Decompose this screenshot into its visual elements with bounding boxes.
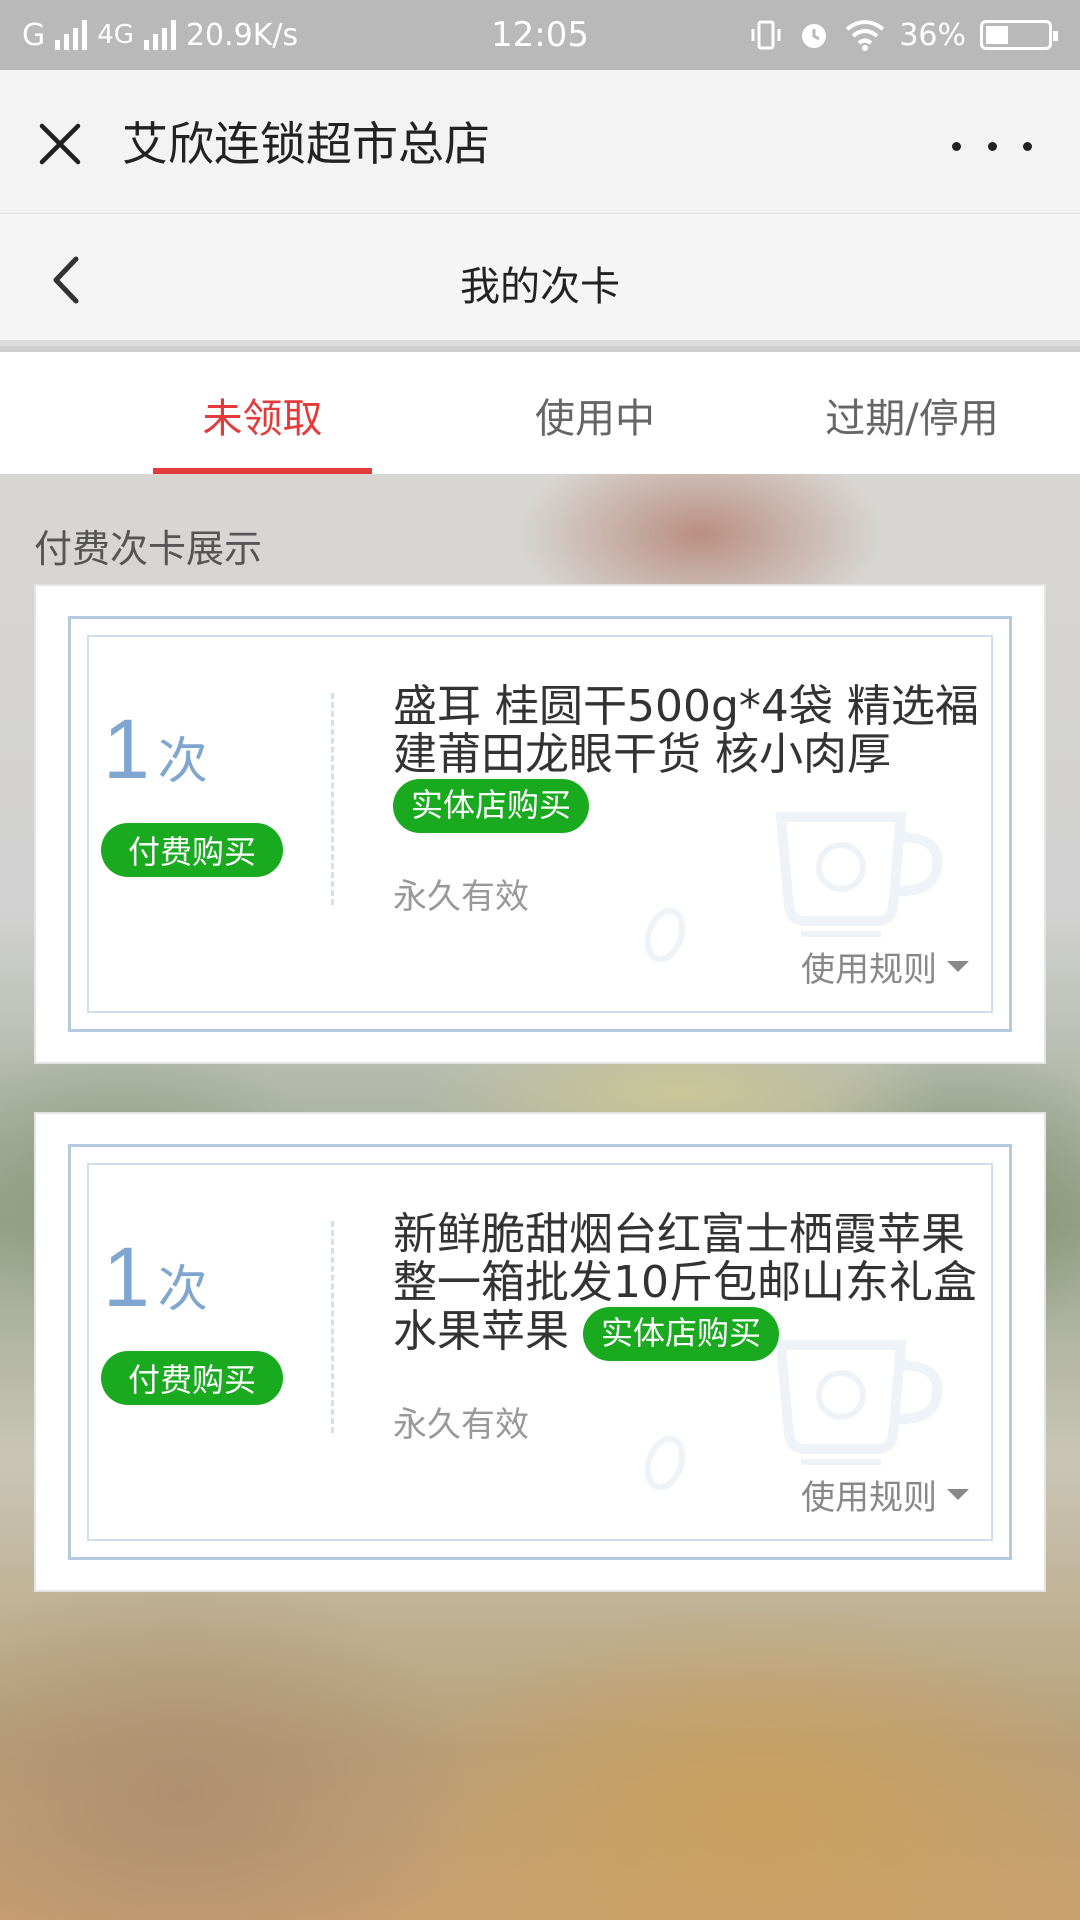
status-right: 36%	[749, 17, 1058, 53]
validity-label: 永久有效	[393, 877, 529, 917]
card-frame: 1 次 付费购买 新鲜脆甜烟台红富士栖霞苹果整一箱批发10斤包邮山东礼盒水果苹果…	[68, 1144, 1012, 1560]
card-inner: 1 次 付费购买 新鲜脆甜烟台红富士栖霞苹果整一箱批发10斤包邮山东礼盒水果苹果…	[87, 1163, 993, 1541]
card-frame: 1 次 付费购买 盛耳 桂圆干500g*4袋 精选福建莆田龙眼干货 核小肉厚 实…	[68, 616, 1012, 1032]
use-count: 1 次	[103, 1229, 208, 1326]
punch-card[interactable]: 1 次 付费购买 盛耳 桂圆干500g*4袋 精选福建莆田龙眼干货 核小肉厚 实…	[34, 584, 1046, 1064]
close-icon	[39, 123, 81, 165]
sub-nav: 我的次卡	[0, 214, 1080, 346]
usage-rules-toggle[interactable]: 使用规则	[801, 942, 969, 991]
coffee-bean-icon	[645, 1435, 685, 1491]
status-left: G 4G 20.9K/s	[22, 18, 298, 53]
app-title: 艾欣连锁超市总店	[122, 117, 490, 171]
punch-card[interactable]: 1 次 付费购买 新鲜脆甜烟台红富士栖霞苹果整一箱批发10斤包邮山东礼盒水果苹果…	[34, 1112, 1046, 1592]
signal-icon-2	[143, 20, 176, 50]
product-name: 盛耳 桂圆干500g*4袋 精选福建莆田龙眼干货 核小肉厚	[393, 681, 979, 780]
tab-unclaimed[interactable]: 未领取	[153, 386, 372, 444]
store-badge: 实体店购买	[583, 1307, 780, 1361]
count-unit: 次	[157, 1260, 208, 1318]
tab-in-use[interactable]: 使用中	[488, 386, 702, 444]
coffee-bean-icon	[645, 907, 685, 963]
card-divider	[331, 693, 334, 905]
battery-percent: 36%	[899, 17, 966, 53]
card-title: 新鲜脆甜烟台红富士栖霞苹果整一箱批发10斤包邮山东礼盒水果苹果 实体店购买	[393, 1211, 1003, 1361]
count-number: 1	[103, 1230, 150, 1324]
vibrate-icon	[751, 20, 781, 50]
usage-rules-label: 使用规则	[801, 950, 937, 990]
caret-down-icon	[947, 1489, 969, 1500]
card-inner: 1 次 付费购买 盛耳 桂圆干500g*4袋 精选福建莆田龙眼干货 核小肉厚 实…	[87, 635, 993, 1013]
caret-down-icon	[947, 961, 969, 972]
signal-icon	[55, 20, 88, 50]
tab-expired[interactable]: 过期/停用	[800, 386, 1024, 444]
more-button[interactable]	[952, 126, 1032, 166]
validity-label: 永久有效	[393, 1405, 529, 1445]
count-unit: 次	[157, 732, 208, 790]
battery-icon	[980, 20, 1058, 50]
more-dots-icon	[952, 141, 1032, 151]
wifi-icon	[846, 20, 885, 51]
status-bar: G 4G 20.9K/s 12:05 36%	[0, 0, 1080, 70]
usage-rules-label: 使用规则	[801, 1478, 937, 1518]
paid-badge: 付费购买	[101, 823, 283, 877]
card-divider	[331, 1221, 334, 1433]
net-speed: 20.9K/s	[185, 17, 299, 53]
battery-level	[986, 26, 1008, 44]
paid-badge: 付费购买	[101, 1351, 283, 1405]
store-badge: 实体店购买	[393, 779, 590, 833]
count-number: 1	[103, 702, 150, 796]
usage-rules-toggle[interactable]: 使用规则	[801, 1470, 969, 1519]
card-title: 盛耳 桂圆干500g*4袋 精选福建莆田龙眼干货 核小肉厚 实体店购买	[393, 683, 1003, 833]
alarm-icon	[802, 24, 827, 48]
network-label: 4G	[97, 20, 134, 50]
use-count: 1 次	[103, 701, 208, 798]
close-button[interactable]	[30, 114, 90, 174]
app-bar: 艾欣连锁超市总店	[0, 70, 1080, 214]
carrier-label: G	[22, 17, 46, 53]
content-area[interactable]: 付费次卡展示 1 次 付费购买 盛耳 桂圆干500g*4袋 精选福建莆田龙眼干货…	[0, 474, 1080, 1920]
page-title: 我的次卡	[460, 264, 620, 310]
tab-bar: 未领取 使用中 过期/停用	[0, 352, 1080, 474]
section-label: 付费次卡展示	[34, 527, 263, 571]
